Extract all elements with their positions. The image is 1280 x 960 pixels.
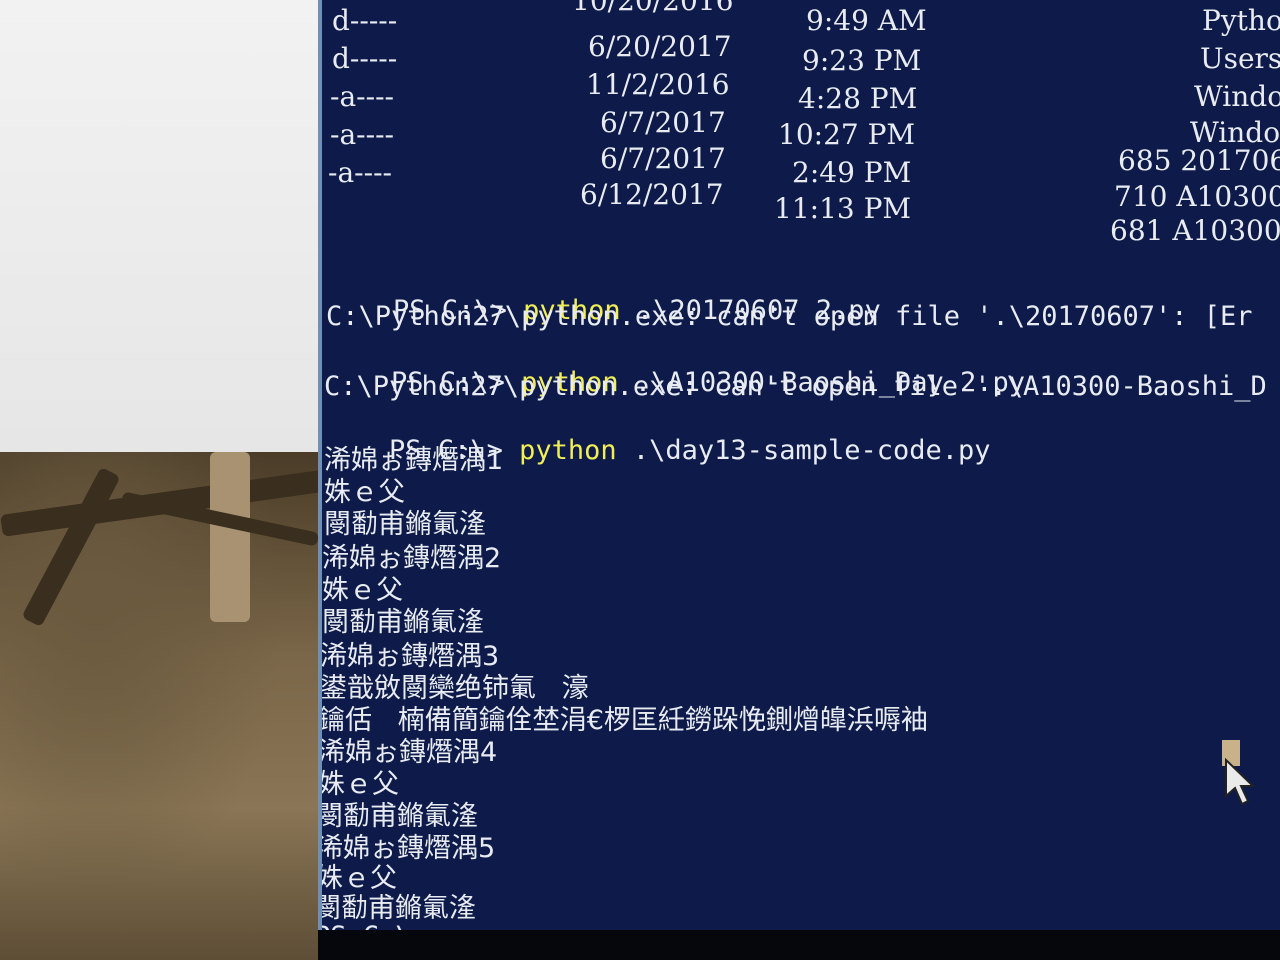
listing-date: 10/20/2016 — [572, 0, 734, 17]
listing-date: 6/12/2017 — [580, 178, 724, 211]
listing-mode: -a---- — [330, 80, 394, 113]
listing-time: 11:13 PM — [774, 192, 912, 225]
listing-time: 9:49 AM — [806, 4, 927, 37]
output-line: 鍙戠敓閿欒绝铈氭 濠 — [320, 673, 589, 704]
listing-mode: -a---- — [328, 156, 392, 189]
screen-bezel — [318, 930, 1280, 960]
listing-date: 11/2/2016 — [586, 68, 730, 101]
output-line: 浠婂ぉ鏄熸湡4 — [318, 737, 498, 768]
listing-date: 6/20/2017 — [588, 30, 732, 63]
desktop-wallpaper — [0, 452, 330, 960]
listing-date: 6/7/2017 — [600, 106, 726, 139]
output-line: 姝ｅ父 — [318, 863, 397, 894]
output-line: 浠婂ぉ鏄熸湡3 — [320, 641, 500, 672]
listing-name: 710 A10300- — [1114, 180, 1280, 213]
listing-time: 10:27 PM — [778, 118, 916, 151]
command-args: .\day13-sample-code.py — [616, 435, 991, 466]
listing-name: 681 A10300_ — [1110, 214, 1280, 247]
background-window — [0, 0, 318, 452]
listing-name: Pytho — [1202, 4, 1280, 37]
listing-name: Users — [1200, 42, 1280, 75]
output-line: 浠婂ぉ鏄熸湡2 — [322, 543, 502, 574]
output-line: 鑰佸 楠備簡鑰佺埜涓€椤匡紝鐒跺悗鍘熷皥浜嗕袖 — [318, 705, 928, 736]
output-line: 浠婂ぉ鏄熸湡1 — [324, 445, 504, 476]
listing-time: 9:23 PM — [802, 44, 922, 77]
error-line: C:\Python27\python.exe: can't open file … — [326, 301, 1253, 332]
powershell-terminal[interactable]: d----- d----- -a---- -a---- -a---- 10/20… — [318, 0, 1280, 930]
output-line: 姝ｅ父 — [324, 477, 405, 508]
listing-mode: -a---- — [330, 118, 394, 151]
output-line: 閿勫甫鏅氭湰 — [324, 509, 486, 540]
listing-time: 2:49 PM — [792, 156, 912, 189]
listing-mode: d----- — [332, 42, 398, 75]
error-line: C:\Python27\python.exe: can't open file … — [324, 371, 1267, 402]
wallpaper-branch — [210, 452, 250, 622]
listing-name: Windov — [1194, 80, 1280, 113]
prompt-line: PS C:\> — [322, 922, 428, 931]
output-line: 閿勫甫鏅氭湰 — [318, 893, 476, 924]
listing-mode: d----- — [332, 4, 398, 37]
output-line: 閿勫甫鏅氭湰 — [318, 801, 478, 832]
mouse-pointer-icon — [1225, 758, 1256, 806]
listing-time: 4:28 PM — [798, 82, 918, 115]
listing-date: 6/7/2017 — [600, 142, 726, 175]
listing-name: 685 201706 — [1118, 144, 1280, 177]
output-line: 姝ｅ父 — [322, 575, 403, 606]
output-line: 閿勫甫鏅氭湰 — [322, 607, 484, 638]
output-line: 姝ｅ父 — [318, 769, 399, 800]
command-name: python — [519, 435, 617, 466]
output-line: 浠婂ぉ鏄熸湡5 — [318, 833, 496, 864]
wallpaper-branch — [21, 466, 121, 628]
